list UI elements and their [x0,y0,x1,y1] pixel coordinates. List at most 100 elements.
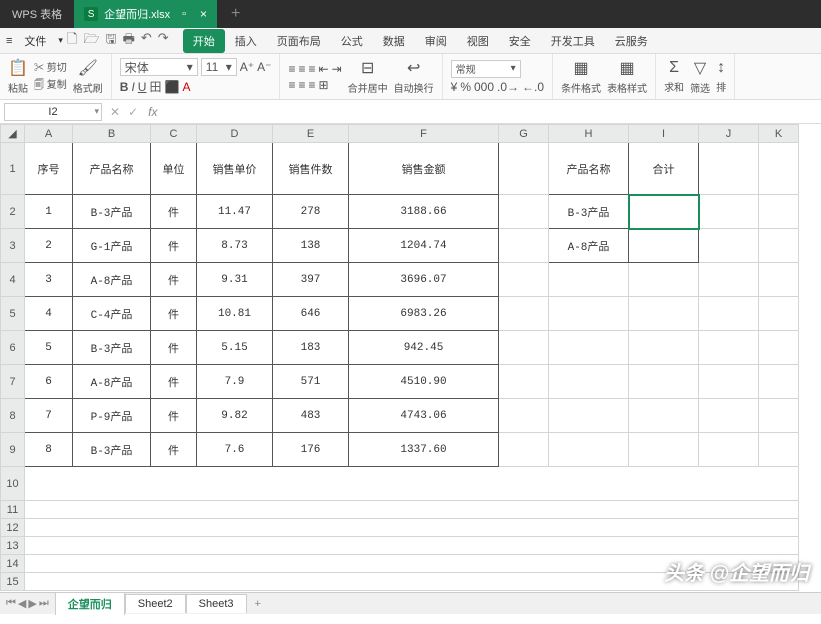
table-row: 11 [1,501,799,519]
copy-button[interactable]: 🗐 复制 [34,76,67,95]
number-format-select[interactable]: 常规▾ [451,60,521,78]
align-top-icon[interactable]: ≡ [288,62,295,76]
tab-start[interactable]: 开始 [183,29,225,53]
align-center-icon[interactable]: ≡ [298,78,305,92]
format-painter-button[interactable]: 🖌格式刷 [73,58,103,95]
table-row: 7 6A-8产品件7.95714510.90 [1,365,799,399]
col-header[interactable]: A [25,125,73,143]
print-icon[interactable]: 🖶 [123,30,135,52]
table-row: 6 5B-3产品件5.15183942.45 [1,331,799,365]
percent-icon[interactable]: % [460,80,471,94]
fx-cancel-icon[interactable]: ✕ [106,105,124,119]
col-header[interactable]: C [151,125,197,143]
tab-view[interactable]: 视图 [457,29,499,53]
border-button[interactable]: 田 [149,78,161,95]
tab-layout[interactable]: 页面布局 [267,29,331,53]
fx-confirm-icon[interactable]: ✓ [124,105,142,119]
col-header[interactable]: G [499,125,549,143]
add-sheet-button[interactable]: + [247,598,269,610]
font-color-button[interactable]: A [182,80,190,94]
align-right-icon[interactable]: ≡ [309,78,316,92]
col-header[interactable]: F [349,125,499,143]
table-row: 2 1B-3产品件11.472783188.66 B-3产品 [1,195,799,229]
bold-button[interactable]: B [120,80,129,94]
sheet-tab[interactable]: Sheet2 [125,594,186,613]
italic-button[interactable]: I [131,80,134,94]
cond-format-icon: ▦ [574,58,589,78]
merge-center-button[interactable]: ⊟合并居中 [348,58,388,95]
indent-dec-icon[interactable]: ⇤ [319,62,329,76]
document-tab[interactable]: S 企望而归.xlsx ▫ × [74,0,217,28]
titlebar: WPS 表格 S 企望而归.xlsx ▫ × + [0,0,821,28]
wrap-text-button[interactable]: ↩自动换行 [394,58,434,95]
tab-insert[interactable]: 插入 [225,29,267,53]
increase-font-icon[interactable]: A⁺ [240,60,254,74]
table-row: 9 8B-3产品件7.61761337.60 [1,433,799,467]
align-bot-icon[interactable]: ≡ [309,62,316,76]
tab-data[interactable]: 数据 [373,29,415,53]
table-style-icon: ▦ [620,58,635,78]
sort-button[interactable]: ↕排 [716,59,726,94]
font-size-select[interactable]: 11▾ [201,58,237,76]
formula-input[interactable] [163,103,821,121]
font-name-select[interactable]: 宋体▾ [120,58,198,76]
close-tab-icon[interactable]: × [200,7,207,21]
sum-button[interactable]: Σ求和 [664,59,684,94]
cond-format-button[interactable]: ▦条件格式 [561,58,601,95]
new-icon[interactable]: 🗋 [67,30,77,52]
fx-label[interactable]: fx [142,105,163,119]
name-box[interactable]: I2▾ [4,103,102,121]
spreadsheet-grid[interactable]: ◢ A B C D E F G H I J K 1 序号 产品名称 单位 销售单… [0,124,821,624]
tab-dev[interactable]: 开发工具 [541,29,605,53]
col-header[interactable]: H [549,125,629,143]
dropdown-icon[interactable]: ▾ [58,35,63,46]
paste-button[interactable]: 📋粘贴 [8,58,28,95]
select-all-corner[interactable]: ◢ [1,125,25,143]
col-header[interactable]: I [629,125,699,143]
prev-sheet-icon[interactable]: ◀ [18,597,26,610]
cut-button[interactable]: ✂ 剪切 [34,59,67,74]
first-sheet-icon[interactable]: ⏮ [6,597,16,610]
file-menu[interactable]: 文件 [16,31,54,51]
new-tab-button[interactable]: + [217,5,254,23]
table-style-button[interactable]: ▦表格样式 [607,58,647,95]
sheet-tab[interactable]: 企望而归 [55,592,125,615]
sheet-tab[interactable]: Sheet3 [186,594,247,613]
col-header[interactable]: B [73,125,151,143]
table-row: 12 [1,519,799,537]
next-sheet-icon[interactable]: ▶ [28,597,36,610]
selected-cell[interactable] [629,195,699,229]
align-left-icon[interactable]: ≡ [288,78,295,92]
merge-icon[interactable]: ⊞ [319,78,329,92]
underline-button[interactable]: U [138,80,147,94]
row-header[interactable]: 1 [1,143,25,195]
document-filename: 企望而归.xlsx [104,6,170,22]
dec-dec-icon[interactable]: ←.0 [522,80,544,94]
brush-icon: 🖌 [78,58,98,78]
open-icon[interactable]: 🗁 [83,30,99,52]
dec-inc-icon[interactable]: .0→ [497,80,519,94]
fill-color-button[interactable]: ⬛ [164,80,179,94]
last-sheet-icon[interactable]: ⏭ [39,597,49,610]
tab-cloud[interactable]: 云服务 [605,29,658,53]
align-mid-icon[interactable]: ≡ [298,62,305,76]
indent-inc-icon[interactable]: ⇥ [332,62,342,76]
col-header[interactable]: J [699,125,759,143]
tab-security[interactable]: 安全 [499,29,541,53]
decrease-font-icon[interactable]: A⁻ [257,60,271,74]
undo-icon[interactable]: ↶ [141,30,152,52]
comma-icon[interactable]: 000 [474,80,494,94]
table-row: 13 [1,537,799,555]
col-header[interactable]: K [759,125,799,143]
filter-button[interactable]: ▽筛选 [690,58,710,95]
save-icon[interactable]: 🖫 [106,30,117,52]
tab-formula[interactable]: 公式 [331,29,373,53]
tab-menu-icon[interactable]: ▫ [182,8,186,20]
col-header[interactable]: E [273,125,349,143]
col-header[interactable]: D [197,125,273,143]
redo-icon[interactable]: ↷ [158,30,169,52]
menu-icon[interactable]: ≡ [6,35,12,47]
table-row: 4 3A-8产品件9.313973696.07 [1,263,799,297]
tab-review[interactable]: 审阅 [415,29,457,53]
currency-icon[interactable]: ¥ [451,80,458,94]
